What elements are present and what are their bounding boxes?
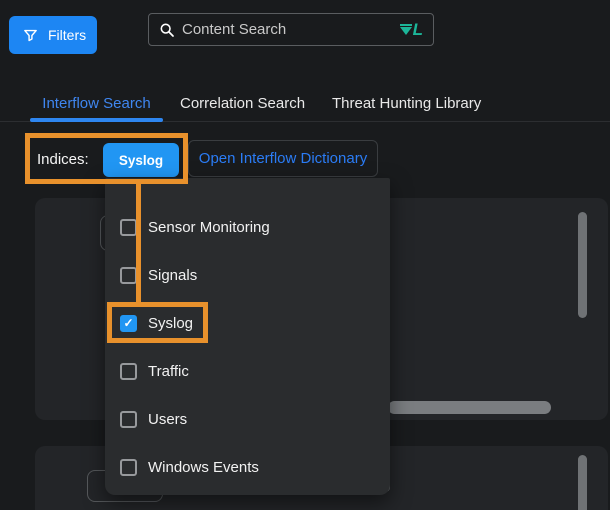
dropdown-item-syslog[interactable]: ✓ Syslog bbox=[105, 299, 390, 347]
search-icon bbox=[159, 22, 175, 38]
content-search-box[interactable]: L bbox=[148, 13, 434, 46]
lucene-syntax-toggle-icon[interactable]: L bbox=[400, 21, 423, 38]
dropdown-item-label: Users bbox=[148, 411, 187, 428]
tab-threat-hunting-library[interactable]: Threat Hunting Library bbox=[332, 95, 481, 112]
dropdown-item-label: Sensor Monitoring bbox=[148, 219, 270, 236]
checkbox-unchecked[interactable] bbox=[120, 267, 137, 284]
checkbox-unchecked[interactable] bbox=[120, 411, 137, 428]
legend-vertical-scrollbar[interactable] bbox=[578, 455, 587, 510]
dropdown-item-windows-events[interactable]: Windows Events bbox=[105, 443, 390, 491]
checkbox-unchecked[interactable] bbox=[120, 219, 137, 236]
legend-horizontal-scrollbar[interactable] bbox=[388, 401, 551, 414]
dropdown-item-traffic[interactable]: Traffic bbox=[105, 347, 390, 395]
checkbox-unchecked[interactable] bbox=[120, 459, 137, 476]
selected-index-chip-syslog[interactable]: Syslog bbox=[103, 143, 179, 177]
tab-interflow-search[interactable]: Interflow Search bbox=[30, 95, 163, 112]
legend-vertical-scrollbar[interactable] bbox=[578, 212, 587, 318]
dropdown-item-label: Signals bbox=[148, 267, 197, 284]
lucene-triangle-icon bbox=[400, 24, 412, 38]
filters-button-label: Filters bbox=[48, 27, 86, 43]
open-interflow-dictionary-button[interactable]: Open Interflow Dictionary bbox=[188, 140, 378, 177]
dropdown-item-sensor-monitoring[interactable]: Sensor Monitoring bbox=[105, 203, 390, 251]
dropdown-item-users[interactable]: Users bbox=[105, 395, 390, 443]
tab-correlation-search[interactable]: Correlation Search bbox=[180, 95, 305, 112]
dropdown-item-label: Traffic bbox=[148, 363, 189, 380]
dropdown-item-label: Syslog bbox=[148, 315, 193, 332]
interflow-search-page: Filters L Interflow Search Correlation S… bbox=[0, 0, 610, 510]
checkbox-unchecked[interactable] bbox=[120, 363, 137, 380]
dropdown-item-signals[interactable]: Signals bbox=[105, 251, 390, 299]
filters-button[interactable]: Filters bbox=[9, 16, 97, 54]
content-search-input[interactable] bbox=[182, 21, 393, 38]
indices-label: Indices: bbox=[37, 151, 89, 168]
checkbox-checked[interactable]: ✓ bbox=[120, 315, 137, 332]
filter-funnel-icon bbox=[22, 27, 39, 44]
dropdown-item-label: Windows Events bbox=[148, 459, 259, 476]
lucene-letter: L bbox=[413, 21, 423, 38]
indices-dropdown-menu: Sensor Monitoring Signals ✓ Syslog Traff… bbox=[105, 178, 390, 495]
active-tab-underline bbox=[30, 118, 163, 122]
